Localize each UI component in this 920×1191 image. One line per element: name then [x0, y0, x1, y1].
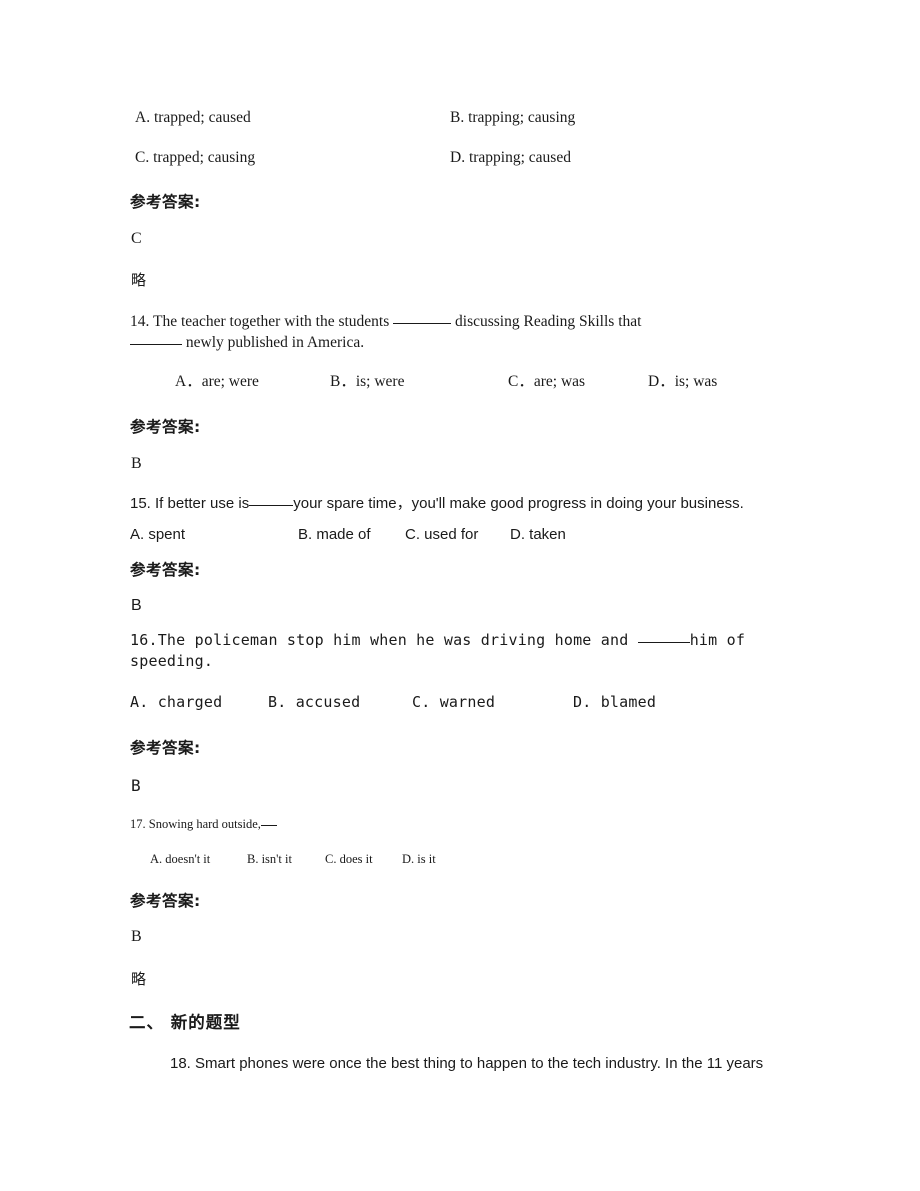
- answer-value: C: [131, 230, 142, 247]
- question-15-option-d: D. taken: [510, 526, 566, 543]
- question-16-option-d: D. blamed: [573, 693, 657, 711]
- answer-value: B: [131, 597, 142, 614]
- reference-answer-label: 参考答案:: [130, 418, 201, 436]
- question-17-option-b: B. isn't it: [247, 852, 292, 866]
- reference-answer-label: 参考答案:: [130, 561, 201, 579]
- question-16-option-c: C. warned: [412, 693, 496, 711]
- question-17-stem: 17. Snowing hard outside,: [130, 818, 277, 831]
- question-16-option-b: B. accused: [268, 693, 361, 711]
- omitted-marker: 略: [131, 970, 147, 988]
- question-14-stem-part3: newly published in America.: [185, 334, 365, 352]
- option-d: D. trapping; caused: [450, 149, 571, 166]
- question-14-option-c: C．are; was: [508, 373, 586, 390]
- question-14-option-d: D．is; was: [648, 373, 718, 390]
- question-16-stem-part1: 16.The policeman stop him when he was dr…: [130, 631, 629, 649]
- question-14-option-a: A．are; were: [175, 373, 259, 390]
- section-heading: 二、 新的题型: [129, 1013, 241, 1032]
- question-17-option-a: A. doesn't it: [150, 852, 211, 866]
- question-16-stem-part2: him of: [689, 631, 746, 649]
- omitted-marker: 略: [131, 271, 147, 289]
- document-page: A. trapped; caused B. trapping; causing …: [0, 0, 920, 1191]
- reference-answer-label: 参考答案:: [130, 193, 201, 211]
- question-16-stem-part3: speeding.: [130, 651, 214, 670]
- answer-value: B: [131, 776, 141, 795]
- answer-value: B: [131, 455, 142, 472]
- reference-answer-label: 参考答案:: [130, 739, 201, 757]
- question-15-option-a: A. spent: [130, 526, 186, 543]
- answer-value: B: [131, 928, 142, 945]
- question-15-stem: 15. If better use is your spare time，you'…: [130, 496, 744, 511]
- question-14-stem-part2: discussing Reading Skills that: [455, 313, 642, 330]
- option-b: B. trapping; causing: [450, 109, 576, 126]
- question-18-stem: 18. Smart phones were once the best thin…: [170, 1055, 764, 1072]
- question-17-option-d: D. is it: [402, 852, 436, 866]
- reference-answer-label: 参考答案:: [130, 892, 201, 910]
- question-15-option-b: B. made of: [298, 526, 371, 543]
- question-14-blank-2: [130, 344, 182, 346]
- question-15-option-c: C. used for: [405, 526, 479, 543]
- question-17-option-c: C. does it: [325, 852, 373, 866]
- question-15-blank-1: [249, 505, 294, 506]
- option-a: A. trapped; caused: [135, 109, 251, 126]
- question-14-stem-part1: 14. The teacher together with the studen…: [130, 313, 390, 330]
- question-14-stem: 14. The teacher together with the studen…: [130, 311, 790, 354]
- question-15-stem-part2: your spare time，you'll make good progres…: [293, 495, 744, 512]
- question-17-blank-1: [260, 825, 277, 826]
- question-14-blank-1: [393, 323, 452, 324]
- question-17-stem-text: 17. Snowing hard outside,: [130, 817, 261, 831]
- option-c: C. trapped; causing: [135, 149, 256, 166]
- question-16-option-a: A. charged: [130, 693, 223, 711]
- question-14-option-b: B．is; were: [330, 373, 405, 390]
- question-15-stem-part1: 15. If better use is: [130, 495, 250, 512]
- question-16-blank-1: [637, 642, 690, 643]
- question-16-stem: 16.The policeman stop him when he was dr…: [130, 630, 790, 671]
